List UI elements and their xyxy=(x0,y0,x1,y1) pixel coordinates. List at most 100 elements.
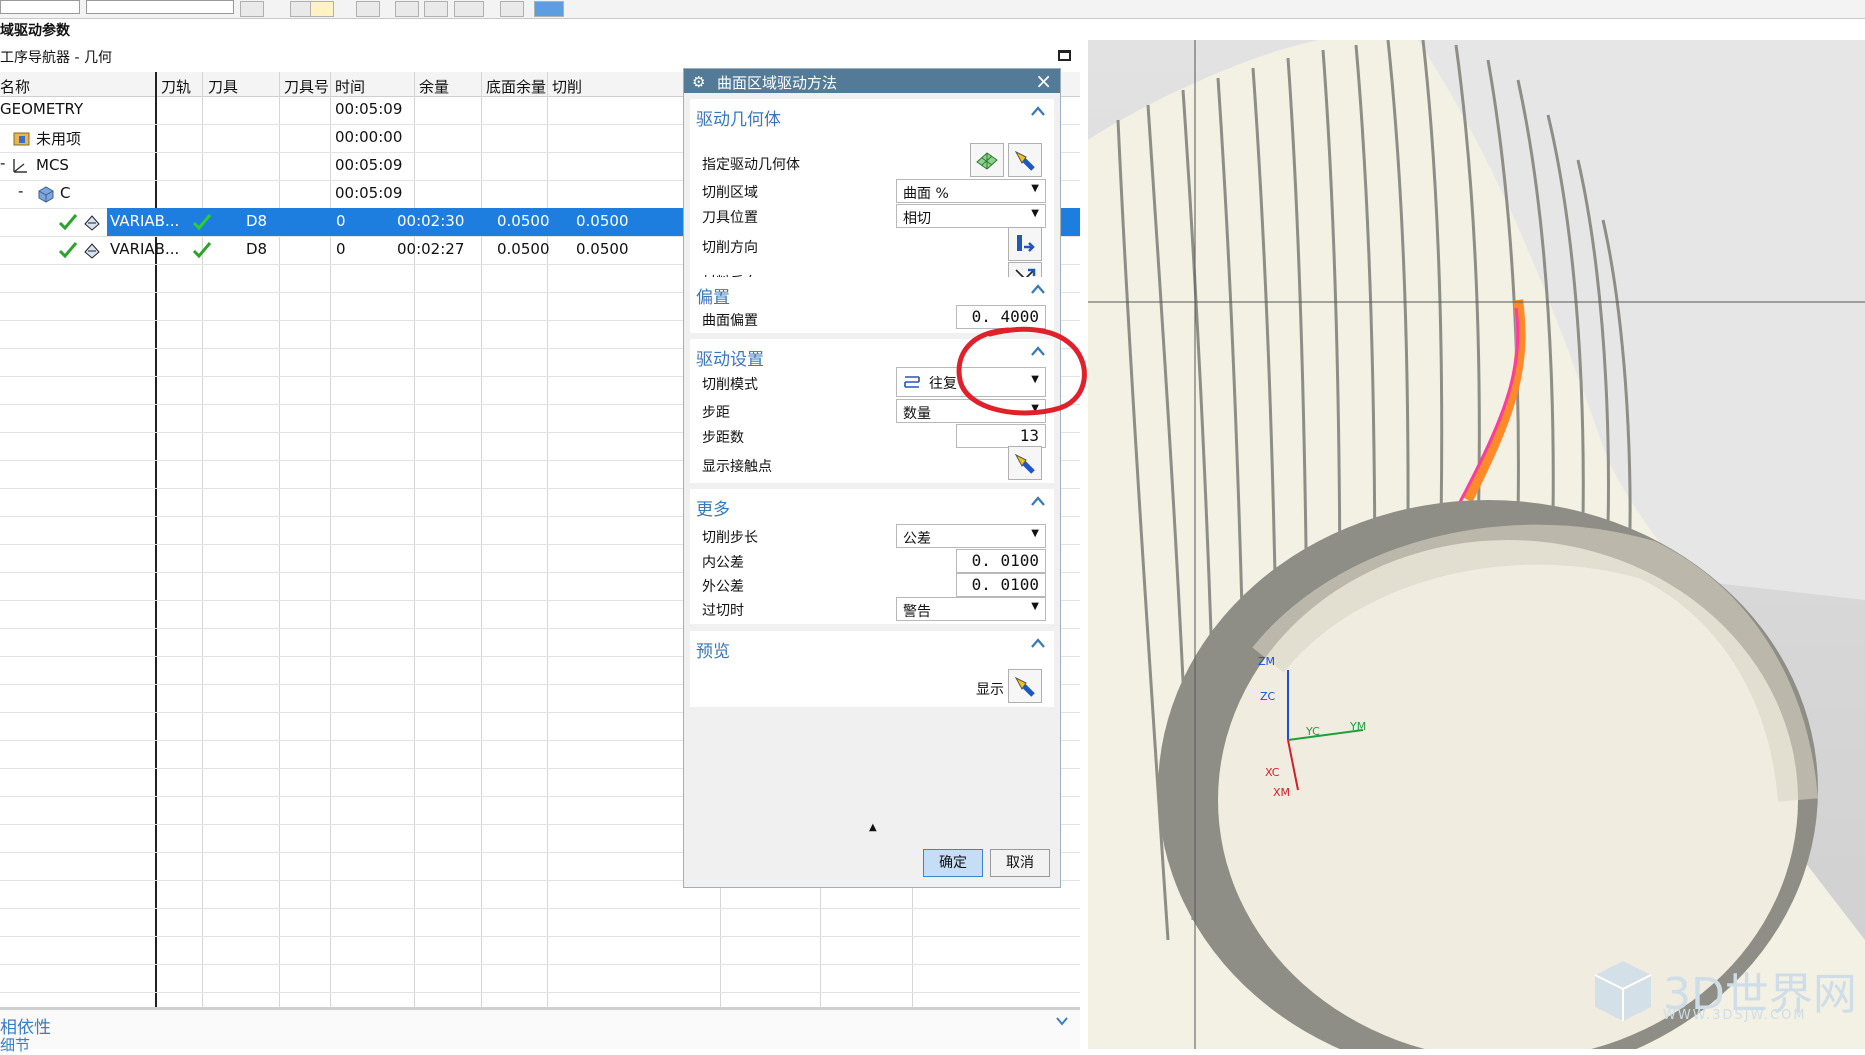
tree-expander[interactable]: - xyxy=(18,182,23,200)
face-icon[interactable] xyxy=(424,1,448,17)
cancel-button[interactable]: 取消 xyxy=(990,849,1050,877)
select-drive-geometry-button[interactable] xyxy=(970,143,1004,177)
overcut-value: 警告 xyxy=(903,604,931,620)
axis-label: ZC xyxy=(1260,690,1276,703)
select-filter-icon[interactable] xyxy=(240,1,264,17)
col-floor-stock[interactable]: 底面余量 xyxy=(486,76,546,97)
display-drive-geometry-button[interactable] xyxy=(1008,143,1042,177)
section-title[interactable]: 更多 xyxy=(696,495,730,520)
cut-step-dropdown[interactable]: 公差 ▼ xyxy=(896,524,1046,548)
stepover-value: 数量 xyxy=(903,406,931,422)
chevron-down-icon: ▼ xyxy=(1031,208,1039,219)
stepover-dropdown[interactable]: 数量 ▼ xyxy=(896,399,1046,423)
complete-check-icon xyxy=(58,242,78,259)
row-time: 00:05:09 xyxy=(335,100,403,118)
curve-icon[interactable] xyxy=(395,1,419,17)
row-floor-stock: 0.0500 xyxy=(576,212,629,230)
row-tool: D8 xyxy=(246,212,268,230)
col-tool[interactable]: 刀具 xyxy=(208,76,238,97)
col-cut[interactable]: 切削 xyxy=(552,76,582,97)
gear-icon: ⚙ xyxy=(692,73,706,91)
section-title[interactable]: 偏置 xyxy=(696,283,730,308)
details-label: 细节 xyxy=(0,1036,31,1054)
more-section: 更多 切削步长 公差 ▼ 内公差 0. 0100 外公差 0. 0100 过切时 … xyxy=(690,489,1054,624)
offset-section: 偏置 曲面偏置 0. 4000 xyxy=(690,277,1054,333)
row-name: GEOMETRY xyxy=(0,100,84,118)
snap-icon[interactable] xyxy=(310,1,334,17)
stepover-count-input[interactable]: 13 xyxy=(956,424,1046,448)
surface-offset-input[interactable]: 0. 4000 xyxy=(956,305,1046,329)
col-time[interactable]: 时间 xyxy=(335,76,365,97)
complete-check-icon xyxy=(58,214,78,231)
close-icon[interactable]: × xyxy=(1035,69,1052,93)
axis-label: YM xyxy=(1350,720,1367,733)
display-contact-points-button[interactable] xyxy=(1008,446,1042,480)
ok-button[interactable]: 确定 xyxy=(923,849,983,877)
part-model xyxy=(1088,40,1865,1049)
display-contact-points-label: 显示接触点 xyxy=(702,459,772,475)
selection-scope-combo[interactable] xyxy=(86,0,234,14)
dialog-header: ⚙ 曲面区域驱动方法 × xyxy=(684,69,1060,93)
details-panel[interactable]: 细节 xyxy=(0,1036,1080,1054)
chevron-up-icon[interactable] xyxy=(1030,282,1046,296)
shaded-view-icon[interactable] xyxy=(534,1,564,17)
dependencies-panel[interactable]: 相依性 xyxy=(0,1007,1080,1038)
overcut-label: 过切时 xyxy=(702,603,744,619)
outtol-input[interactable]: 0. 0100 xyxy=(956,573,1046,597)
intol-input[interactable]: 0. 0100 xyxy=(956,549,1046,573)
chevron-up-icon[interactable] xyxy=(1030,494,1046,508)
section-title[interactable]: 驱动几何体 xyxy=(696,105,781,130)
row-stock: 0.0500 xyxy=(497,240,550,258)
chevron-up-icon[interactable] xyxy=(1030,636,1046,650)
row-time: 00:02:30 xyxy=(397,212,465,230)
tool-position-value: 相切 xyxy=(903,211,931,227)
row-name: VARIAB... xyxy=(110,212,180,230)
display-label: 显示 xyxy=(976,682,1004,698)
view-icon[interactable] xyxy=(500,1,524,17)
tool-position-dropdown[interactable]: 相切 ▼ xyxy=(896,204,1046,228)
filter-combo[interactable] xyxy=(0,0,80,14)
empty-row xyxy=(0,908,1080,937)
cut-step-label: 切削步长 xyxy=(702,530,758,546)
axis-label: YC xyxy=(1306,725,1320,738)
overcut-dropdown[interactable]: 警告 ▼ xyxy=(896,597,1046,621)
surface-offset-label: 曲面偏置 xyxy=(702,313,758,329)
collapse-arrow-icon[interactable]: ▲ xyxy=(869,822,877,833)
maximize-icon[interactable] xyxy=(1058,50,1071,61)
point-icon[interactable] xyxy=(356,1,380,17)
row-name: MCS xyxy=(36,156,69,174)
cut-pattern-dropdown[interactable]: 往复 ▼ xyxy=(896,367,1046,397)
window-title: 域驱动参数 xyxy=(0,23,70,39)
col-stock[interactable]: 余量 xyxy=(419,76,449,97)
operation-icon xyxy=(84,243,100,259)
empty-row xyxy=(0,936,1080,965)
graphics-viewport[interactable]: ZM ZC YC YM XC XM xyxy=(1088,40,1865,1049)
cut-area-dropdown[interactable]: 曲面 % ▼ xyxy=(896,179,1046,203)
row-time: 00:02:27 xyxy=(397,240,465,258)
unused-folder-icon xyxy=(13,132,30,146)
section-title[interactable]: 驱动设置 xyxy=(696,345,764,370)
tree-expander[interactable]: - xyxy=(0,154,5,172)
axis-label: XC xyxy=(1265,766,1280,779)
section-title[interactable]: 预览 xyxy=(696,637,730,662)
toolpath-check-icon xyxy=(192,242,212,259)
edge-icon[interactable] xyxy=(454,1,484,17)
col-tool-no[interactable]: 刀具号 xyxy=(284,76,329,97)
row-time: 00:00:00 xyxy=(335,128,403,146)
workpiece-icon xyxy=(38,186,54,203)
chevron-down-icon: ▼ xyxy=(1031,601,1039,612)
top-toolbar xyxy=(0,0,1865,19)
axis-label: XM xyxy=(1273,786,1291,799)
specify-drive-geometry-label: 指定驱动几何体 xyxy=(702,157,800,173)
cut-direction-button[interactable] xyxy=(1008,227,1042,261)
col-name[interactable]: 名称 xyxy=(0,76,30,97)
col-toolpath[interactable]: 刀轨 xyxy=(161,76,191,97)
dialog-title: 曲面区域驱动方法 xyxy=(717,74,838,92)
surface-area-drive-dialog: ⚙ 曲面区域驱动方法 × 驱动几何体 指定驱动几何体 切削区域 曲面 % ▼ 刀具… xyxy=(683,68,1061,888)
chevron-down-icon[interactable] xyxy=(1055,1014,1069,1028)
chevron-up-icon[interactable] xyxy=(1030,344,1046,358)
preview-display-button[interactable] xyxy=(1008,669,1042,703)
intol-label: 内公差 xyxy=(702,555,744,571)
chevron-up-icon[interactable] xyxy=(1030,104,1046,118)
stepover-label: 步距 xyxy=(702,405,730,421)
